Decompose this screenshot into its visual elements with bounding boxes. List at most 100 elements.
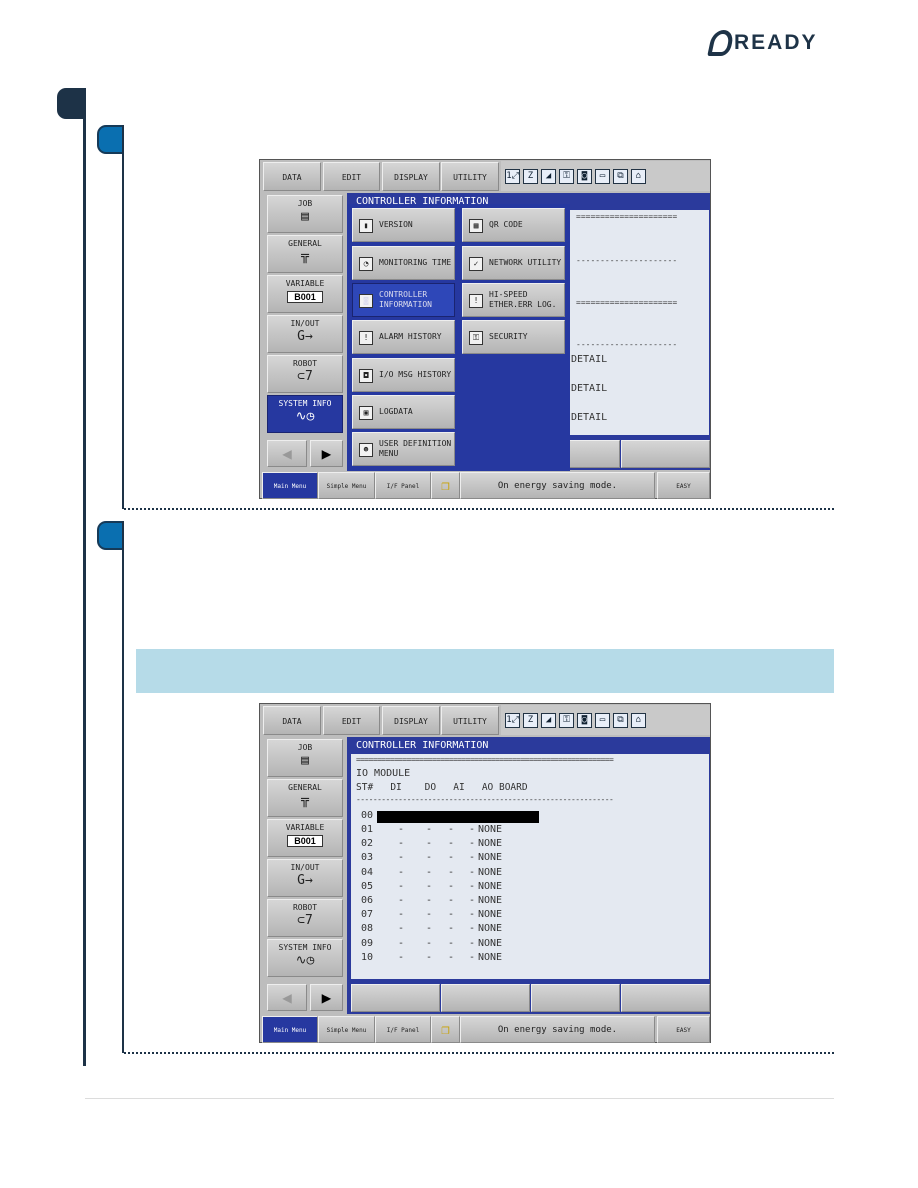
menu-item-hi-speed-error[interactable]: ! HI-SPEED ETHER.ERR LOG. xyxy=(462,283,565,317)
sidebar-general[interactable]: GENERAL ╦ xyxy=(267,235,343,273)
main-menu-button[interactable]: Main Menu xyxy=(262,472,318,499)
note-box xyxy=(136,649,834,693)
cell-di: - xyxy=(398,951,405,963)
menu-tab-display[interactable]: DISPLAY xyxy=(382,706,440,735)
menu-item-version[interactable]: ▮ VERSION xyxy=(352,208,455,242)
cell-di: - xyxy=(398,895,405,906)
background-line: DETAIL xyxy=(571,354,608,365)
cell-do: - xyxy=(426,895,433,906)
step-tab-2 xyxy=(97,521,123,550)
table-row[interactable]: 03- - - - NONE xyxy=(351,852,651,866)
status-message: On energy saving mode. xyxy=(460,472,655,499)
menu-item-qr-code[interactable]: ▦ QR CODE xyxy=(462,208,565,242)
job-icon: ▤ xyxy=(301,209,309,224)
table-row[interactable]: 05- - - - NONE xyxy=(351,881,651,895)
step-divider-2 xyxy=(124,1052,834,1054)
table-row[interactable]: 01- - - - NONE xyxy=(351,824,651,838)
mode-indicator[interactable]: EASY xyxy=(657,1016,710,1043)
function-button-3[interactable] xyxy=(531,984,620,1012)
cell-di: - xyxy=(398,909,405,921)
menu-item-monitoring-time[interactable]: ◔ MONITORING TIME xyxy=(352,246,455,280)
menu-tab-data[interactable]: DATA xyxy=(263,706,321,735)
page-left-button[interactable]: ◀ xyxy=(267,984,307,1011)
menu-tab-utility[interactable]: UTILITY xyxy=(441,162,499,191)
cell-di: - xyxy=(398,852,405,864)
sidebar-variable[interactable]: VARIABLE B001 xyxy=(267,819,343,857)
sidebar-robot[interactable]: ROBOT ⊂7 xyxy=(267,355,343,393)
cell-board: NONE xyxy=(478,880,503,892)
io-column-headers: ST# DI DO AI AO BOARD xyxy=(356,782,528,793)
sidebar-general[interactable]: GENERAL ╦ xyxy=(267,779,343,817)
pendant-screenshot-menu: DATA EDIT DISPLAY UTILITY 1⤢ Z ◢ ⚿ ◙ ▭ ⧉ ⌂ JOB ▤ GENER… xyxy=(259,159,711,499)
logo-text: READY xyxy=(734,31,818,54)
screen-title: CONTROLLER INFORMATION xyxy=(356,740,489,751)
menu-item-label: HI-SPEED ETHER.ERR LOG. xyxy=(489,290,557,309)
menu-item-label: CONTROLLER INFORMATION xyxy=(379,290,432,309)
menu-tab-data[interactable]: DATA xyxy=(263,162,321,191)
if-panel-button[interactable]: I/F Panel xyxy=(375,472,431,499)
function-button-1[interactable] xyxy=(351,984,440,1012)
network-utility-icon: ✓ xyxy=(469,257,483,271)
simple-menu-button[interactable]: Simple Menu xyxy=(318,1016,375,1043)
sidebar-job[interactable]: JOB ▤ xyxy=(267,195,343,233)
cell-ao: - xyxy=(469,909,476,921)
cell-board: NONE xyxy=(478,866,503,878)
menu-item-security-key[interactable]: ⚿ SECURITY xyxy=(462,320,565,354)
function-button-2[interactable] xyxy=(441,984,530,1012)
cell-di: - xyxy=(398,824,405,835)
cell-ao: - xyxy=(469,838,476,850)
cell-do: - xyxy=(426,880,433,892)
cell-st: 10 xyxy=(361,951,374,963)
function-button-4[interactable] xyxy=(621,984,710,1012)
table-row[interactable]: 10- - - - NONE xyxy=(351,952,651,966)
menu-item-io-msg-history[interactable]: ◘ I/O MSG HISTORY xyxy=(352,358,455,392)
cell-board: NONE xyxy=(478,838,503,850)
cell-ai: - xyxy=(448,880,455,892)
footer-rule xyxy=(85,1098,834,1099)
mode-indicator[interactable]: EASY xyxy=(657,472,710,499)
screen-icon: ▭ xyxy=(595,168,610,184)
copy-icon: ⧉ xyxy=(613,712,628,728)
cell-st: 07 xyxy=(361,909,374,921)
page-left-button[interactable]: ◀ xyxy=(267,440,307,467)
if-panel-button[interactable]: I/F Panel xyxy=(375,1016,431,1043)
cell-st: 06 xyxy=(361,895,374,906)
menu-item-logdata[interactable]: ▣ LOGDATA xyxy=(352,395,455,429)
menu-tab-edit[interactable]: EDIT xyxy=(323,162,380,191)
sidebar-in-out[interactable]: IN/OUT G→ xyxy=(267,315,343,353)
menu-item-alarm-history[interactable]: ! ALARM HISTORY xyxy=(352,320,455,354)
cell-board: NONE xyxy=(478,852,503,864)
main-menu-button[interactable]: Main Menu xyxy=(262,1016,318,1043)
table-row[interactable]: 09- - - - NONE xyxy=(351,938,651,952)
background-line: ===================== xyxy=(576,212,678,221)
simple-menu-button[interactable]: Simple Menu xyxy=(318,472,375,499)
sidebar-robot[interactable]: ROBOT ⊂7 xyxy=(267,899,343,937)
menu-item-network-utility[interactable]: ✓ NETWORK UTILITY xyxy=(462,246,565,280)
table-row[interactable]: 07- - - - NONE xyxy=(351,909,651,923)
sidebar-variable[interactable]: VARIABLE B001 xyxy=(267,275,343,313)
table-row[interactable]: 02- - - - NONE xyxy=(351,838,651,852)
sidebar-in-out[interactable]: IN/OUT G→ xyxy=(267,859,343,897)
table-row[interactable]: 08- - - - NONE xyxy=(351,923,651,937)
page-right-button[interactable]: ▶ xyxy=(310,440,343,467)
table-row[interactable]: 04- - - - NONE xyxy=(351,867,651,881)
sidebar-system-info[interactable]: SYSTEM INFO ∿◷ xyxy=(267,939,343,977)
cell-do: - xyxy=(426,838,433,850)
cell-board: NONE xyxy=(478,909,503,921)
cell-do: - xyxy=(426,866,433,878)
robot-icon: ⊂7 xyxy=(297,913,313,928)
menu-tab-edit[interactable]: EDIT xyxy=(323,706,380,735)
menu-item-user-definition[interactable]: ☻ USER DEFINITION MENU xyxy=(352,432,455,466)
menu-item-controller-info[interactable]: ◙ CONTROLLER INFORMATION xyxy=(352,283,455,317)
step-rail-1 xyxy=(122,125,124,509)
sidebar-job[interactable]: JOB ▤ xyxy=(267,739,343,777)
table-row[interactable]: 06- - - - NONE xyxy=(351,895,651,909)
page-right-button[interactable]: ▶ xyxy=(310,984,343,1011)
menu-tab-display[interactable]: DISPLAY xyxy=(382,162,440,191)
system-info-icon: ∿◷ xyxy=(295,953,315,968)
function-button-4[interactable] xyxy=(621,440,710,468)
cell-ao: - xyxy=(469,895,476,906)
cell-st: 01 xyxy=(361,824,374,835)
menu-tab-utility[interactable]: UTILITY xyxy=(441,706,499,735)
sidebar-system-info[interactable]: SYSTEM INFO ∿◷ xyxy=(267,395,343,433)
